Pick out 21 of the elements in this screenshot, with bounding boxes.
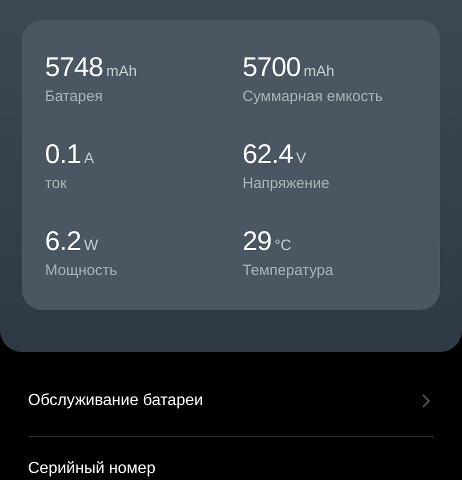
stat-unit: V <box>296 149 306 169</box>
stat-unit: A <box>84 149 94 169</box>
chevron-right-icon <box>422 394 430 408</box>
stat-value: 0.1 <box>45 138 82 171</box>
stat-label: Батарея <box>45 87 104 107</box>
stat-value: 6.2 <box>45 225 82 258</box>
stat-value: 29 <box>242 225 272 258</box>
menu-item[interactable]: Обслуживание батареи <box>28 366 434 436</box>
stat-unit: °C <box>274 236 292 256</box>
stat-value: 62.4 <box>242 138 294 171</box>
stat-label: Мощность <box>45 261 118 281</box>
stat-unit: W <box>84 236 98 256</box>
stat-unit: mAh <box>304 62 334 82</box>
stat-label: Температура <box>242 261 334 281</box>
stat-label: Суммарная емкость <box>242 87 384 107</box>
menu-item[interactable]: Серийный номер <box>28 437 434 480</box>
stat-label: Напряжение <box>242 174 330 194</box>
stat-value: 5748 <box>45 51 104 84</box>
stat-unit: mAh <box>106 62 137 82</box>
stat-label: ток <box>45 174 68 194</box>
stat-value: 5700 <box>242 51 301 84</box>
